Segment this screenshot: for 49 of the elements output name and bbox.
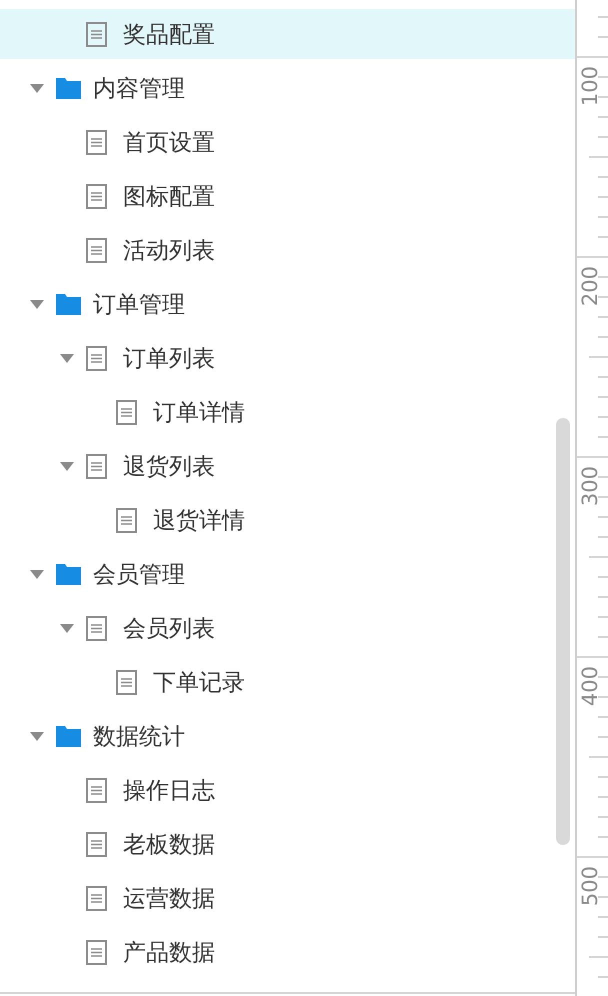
- tree-item[interactable]: 订单列表: [0, 333, 575, 383]
- tree-item[interactable]: 下单记录: [0, 657, 575, 707]
- tree-item[interactable]: 会员列表: [0, 603, 575, 653]
- caret-icon[interactable]: [60, 354, 74, 362]
- caret-icon[interactable]: [30, 84, 44, 92]
- page-icon: [86, 616, 107, 640]
- page-icon: [86, 238, 107, 262]
- tree-item[interactable]: 活动列表: [0, 225, 575, 275]
- ruler-label: 400: [580, 666, 601, 706]
- caret-icon[interactable]: [30, 570, 44, 578]
- tree-item[interactable]: 会员管理: [0, 549, 575, 599]
- ruler-label: 200: [580, 266, 601, 306]
- tree-item[interactable]: 订单管理: [0, 279, 575, 329]
- tree-item[interactable]: 图标配置: [0, 171, 575, 221]
- scrollbar-thumb[interactable]: [556, 418, 570, 845]
- tree-item[interactable]: 内容管理: [0, 63, 575, 113]
- tree-item[interactable]: 奖品配置: [0, 9, 575, 59]
- ruler-label: 100: [580, 66, 601, 106]
- page-icon: [116, 670, 137, 694]
- page-icon: [86, 130, 107, 154]
- caret-icon[interactable]: [60, 624, 74, 632]
- caret-icon[interactable]: [30, 732, 44, 740]
- page-icon: [86, 346, 107, 370]
- page-icon: [86, 886, 107, 910]
- tree-item[interactable]: 产品数据: [0, 927, 575, 977]
- page-icon: [86, 454, 107, 478]
- tree-item[interactable]: 数据统计: [0, 711, 575, 761]
- tree-item[interactable]: 首页设置: [0, 117, 575, 167]
- page-icon: [116, 400, 137, 424]
- tree-item[interactable]: 操作日志: [0, 765, 575, 815]
- ruler-label: 300: [580, 466, 601, 506]
- tree-item[interactable]: 退货列表: [0, 441, 575, 491]
- tree-item[interactable]: 订单详情: [0, 387, 575, 437]
- caret-icon[interactable]: [60, 462, 74, 470]
- page-icon: [116, 508, 137, 532]
- caret-icon[interactable]: [30, 300, 44, 308]
- tree-item[interactable]: 退货详情: [0, 495, 575, 545]
- tree-item[interactable]: 运营数据: [0, 873, 575, 923]
- page-icon: [86, 778, 107, 802]
- folder-icon: [56, 78, 81, 98]
- page-icon: [86, 940, 107, 964]
- ruler-label: 500: [580, 866, 601, 906]
- tree-item[interactable]: 老板数据: [0, 819, 575, 869]
- page-icon: [86, 832, 107, 856]
- folder-icon: [56, 564, 81, 584]
- folder-icon: [56, 726, 81, 746]
- page-icon: [86, 22, 107, 46]
- folder-icon: [56, 294, 81, 314]
- page-icon: [86, 184, 107, 208]
